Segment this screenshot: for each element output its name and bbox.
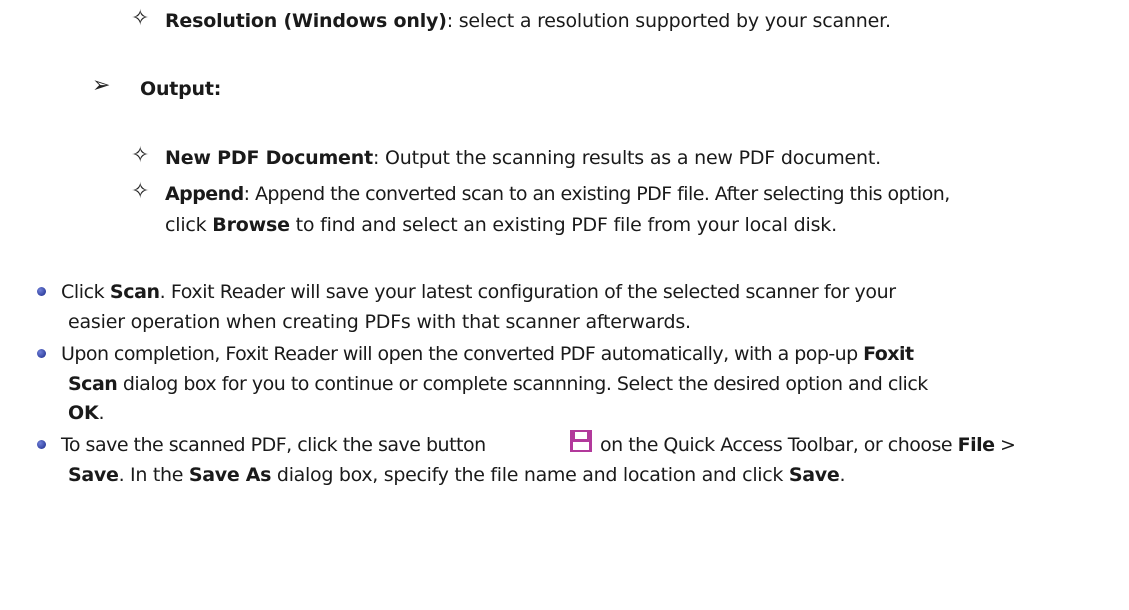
browse-label: Browse <box>212 214 290 236</box>
output-label: Output: <box>140 78 222 100</box>
scan-item-line2: easier operation when creating PDFs with… <box>68 310 691 334</box>
completion-line3: OK. <box>68 401 105 425</box>
new-pdf-text: : Output the scanning results as a new P… <box>372 147 881 169</box>
bullet-icon <box>37 440 46 449</box>
append-item-line2: click Browse to find and select an exist… <box>165 213 837 237</box>
append-label: Append <box>165 183 244 205</box>
save-line1-rest: on the Quick Access Toolbar, or choose F… <box>600 433 1016 457</box>
completion-line1: Upon completion, Foxit Reader will open … <box>61 342 914 366</box>
scan-dialog-label: Scan <box>68 373 118 395</box>
resolution-item: Resolution (Windows only): select a reso… <box>165 9 891 33</box>
scan-item-line1: Click Scan. Foxit Reader will save your … <box>61 280 896 304</box>
ok-label: OK <box>68 402 99 424</box>
save-label: Save <box>68 464 119 486</box>
append-text2-pre: click <box>165 214 213 236</box>
file-label: File <box>957 434 995 456</box>
save-line1-pre: To save the scanned PDF, click the save … <box>61 434 486 456</box>
arrow-bullet-icon: ➢ <box>92 73 111 98</box>
scan-post: . Foxit Reader will save your latest con… <box>159 281 896 303</box>
append-item-line1: Append: Append the converted scan to an … <box>165 182 950 206</box>
save-as-label: Save As <box>188 464 272 486</box>
completion-line2: Scan dialog box for you to continue or c… <box>68 372 928 396</box>
completion-period: . <box>98 402 105 424</box>
bullet-icon <box>37 287 46 296</box>
foxit-label: Foxit <box>863 343 914 365</box>
floppy-disk-save-icon <box>570 430 592 452</box>
save-gt: > <box>994 434 1016 456</box>
diamond-bullet-icon: ✧ <box>131 143 150 168</box>
diamond-bullet-icon: ✧ <box>131 179 150 204</box>
bullet-icon <box>37 349 46 358</box>
output-heading: Output: <box>140 77 221 101</box>
scan-line2: easier operation when creating PDFs with… <box>68 311 691 333</box>
save-label-2: Save <box>788 464 840 486</box>
save-period: . <box>839 464 846 486</box>
append-text2-post: to find and select an existing PDF file … <box>289 214 838 236</box>
completion-line2-text: dialog box for you to continue or comple… <box>117 373 928 395</box>
scan-label: Scan <box>109 281 160 303</box>
save-line2-b: dialog box, specify the file name and lo… <box>271 464 789 486</box>
new-pdf-label: New PDF Document <box>165 147 373 169</box>
resolution-text: : select a resolution supported by your … <box>446 10 891 32</box>
completion-pre: Upon completion, Foxit Reader will open … <box>61 343 864 365</box>
append-text1: : Append the converted scan to an existi… <box>243 183 951 205</box>
new-pdf-item: New PDF Document: Output the scanning re… <box>165 146 881 170</box>
diamond-bullet-icon: ✧ <box>131 6 150 31</box>
resolution-label: Resolution (Windows only) <box>165 10 447 32</box>
save-line1-mid: on the Quick Access Toolbar, or choose <box>600 434 958 456</box>
save-line1: To save the scanned PDF, click the save … <box>61 433 486 457</box>
scan-pre: Click <box>61 281 110 303</box>
save-line2: Save. In the Save As dialog box, specify… <box>68 463 845 487</box>
save-line2-a: . In the <box>118 464 189 486</box>
